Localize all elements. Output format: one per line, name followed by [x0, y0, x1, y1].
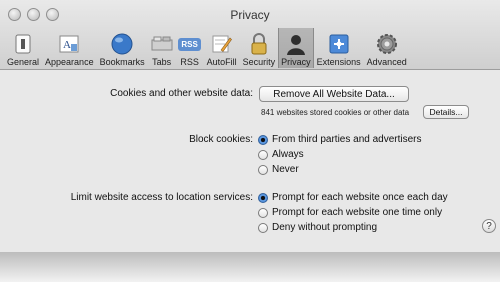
- toolbar-item-general[interactable]: General: [4, 28, 42, 68]
- rss-badge: RSS: [178, 37, 201, 51]
- block-cookies-label: Block cookies:: [189, 134, 253, 145]
- toolbar-label: Appearance: [45, 57, 94, 67]
- location-option-one-time-only[interactable]: Prompt for each website one time only: [258, 207, 442, 218]
- toolbar-label: Bookmarks: [99, 57, 145, 67]
- font-icon: A: [58, 33, 80, 55]
- toolbar-label: Extensions: [316, 57, 361, 67]
- toolbar-label: Tabs: [152, 57, 172, 67]
- pencil-icon: [211, 33, 233, 55]
- tabs-icon: [151, 33, 173, 55]
- person-icon: [285, 33, 307, 55]
- toolbar-item-security[interactable]: Security: [240, 28, 279, 68]
- block-cookies-option-third-parties[interactable]: From third parties and advertisers: [258, 134, 422, 145]
- block-cookies-option-never[interactable]: Never: [258, 164, 299, 175]
- radio-button[interactable]: [258, 164, 268, 175]
- details-button[interactable]: Details...: [423, 105, 469, 119]
- toolbar-item-rss[interactable]: RSS RSS: [176, 28, 204, 68]
- window-shadow: [0, 252, 500, 282]
- puzzle-icon: [328, 33, 350, 55]
- toolbar-item-advanced[interactable]: Advanced: [364, 28, 410, 68]
- remove-all-website-data-button[interactable]: Remove All Website Data...: [259, 86, 409, 102]
- toolbar-label: Security: [242, 57, 276, 67]
- radio-button[interactable]: [258, 149, 268, 160]
- lock-icon: [248, 33, 270, 55]
- toolbar-item-bookmarks[interactable]: Bookmarks: [97, 28, 148, 68]
- location-option-once-each-day[interactable]: Prompt for each website once each day: [258, 192, 448, 203]
- cookies-label: Cookies and other website data:: [110, 88, 253, 99]
- toolbar-label: Advanced: [366, 57, 407, 67]
- toolbar-label: AutoFill: [206, 57, 237, 67]
- radio-label: From third parties and advertisers: [272, 134, 422, 145]
- help-button[interactable]: ?: [482, 219, 496, 233]
- radio-button[interactable]: [258, 207, 268, 218]
- globe-icon: [111, 33, 133, 55]
- toolbar-item-appearance[interactable]: A Appearance: [42, 28, 97, 68]
- title-bar: Privacy General A Appearance Bookmarks T…: [0, 0, 500, 70]
- toolbar-label: General: [7, 57, 40, 67]
- radio-button[interactable]: [258, 222, 268, 233]
- radio-label: Prompt for each website one time only: [272, 207, 443, 218]
- toolbar-label: RSS: [180, 57, 199, 67]
- toolbar-item-tabs[interactable]: Tabs: [148, 28, 176, 68]
- preferences-toolbar: General A Appearance Bookmarks Tabs RSS …: [4, 28, 410, 68]
- radio-button[interactable]: [258, 134, 268, 145]
- location-services-label: Limit website access to location service…: [70, 192, 253, 203]
- switch-icon: [12, 33, 34, 55]
- toolbar-item-privacy[interactable]: Privacy: [278, 28, 314, 68]
- gear-icon: [376, 33, 398, 55]
- window-title: Privacy: [230, 8, 270, 22]
- rss-icon: RSS: [178, 33, 201, 55]
- radio-label: Never: [272, 164, 299, 175]
- radio-label: Deny without prompting: [272, 222, 378, 233]
- radio-button[interactable]: [258, 192, 268, 203]
- block-cookies-option-always[interactable]: Always: [258, 149, 304, 160]
- privacy-pane: Cookies and other website data: Remove A…: [0, 70, 500, 252]
- radio-label: Always: [272, 149, 304, 160]
- radio-label: Prompt for each website once each day: [272, 192, 448, 203]
- location-option-deny[interactable]: Deny without prompting: [258, 222, 377, 233]
- toolbar-item-autofill[interactable]: AutoFill: [204, 28, 240, 68]
- stored-cookies-count: 841 websites stored cookies or other dat…: [261, 108, 410, 117]
- toolbar-label: Privacy: [281, 57, 311, 67]
- svg-text:A: A: [63, 39, 71, 51]
- toolbar-item-extensions[interactable]: Extensions: [314, 28, 364, 68]
- preferences-window: Privacy General A Appearance Bookmarks T…: [0, 0, 500, 252]
